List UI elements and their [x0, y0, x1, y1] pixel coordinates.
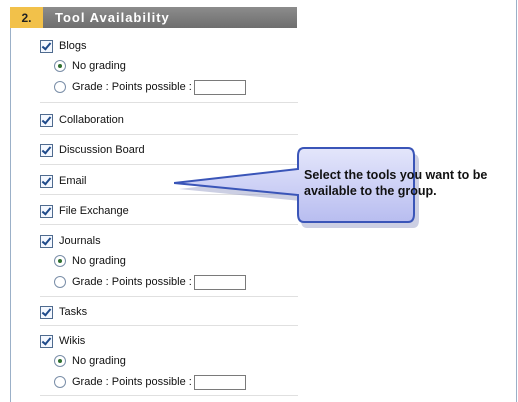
grade-radio[interactable]: [54, 276, 66, 288]
grade-option[interactable]: Grade : Points possible :: [40, 79, 298, 95]
tool-label: Journals: [59, 235, 101, 247]
grade-radio[interactable]: [54, 81, 66, 93]
no-grading-option[interactable]: No grading: [40, 353, 298, 369]
tool-label: Tasks: [59, 306, 88, 318]
no-grading-option[interactable]: No grading: [40, 58, 298, 74]
frame-border-left: [10, 28, 11, 402]
tool-label: Email: [59, 175, 87, 187]
tool-group-blogs: Blogs No grading Grade : Points possible…: [40, 38, 298, 103]
frame-border-right: [516, 0, 517, 402]
file-exchange-checkbox[interactable]: [40, 204, 53, 218]
tool-label: Blogs: [59, 40, 87, 52]
no-grading-label: No grading: [72, 255, 126, 267]
tool-row-tasks[interactable]: Tasks: [40, 304, 298, 320]
tool-row-collaboration[interactable]: Collaboration: [40, 112, 298, 128]
tool-group-discussion-board: Discussion Board: [40, 142, 298, 165]
tool-group-journals: Journals No grading Grade : Points possi…: [40, 233, 298, 297]
grade-label: Grade : Points possible :: [72, 81, 192, 93]
journals-checkbox[interactable]: [40, 234, 53, 248]
grade-option[interactable]: Grade : Points possible :: [40, 274, 298, 290]
blogs-checkbox[interactable]: [40, 39, 53, 53]
section-title: Tool Availability: [43, 7, 297, 28]
no-grading-radio[interactable]: [54, 60, 66, 72]
tool-label: File Exchange: [59, 205, 129, 217]
wikis-checkbox[interactable]: [40, 334, 53, 348]
tool-group-collaboration: Collaboration: [40, 112, 298, 135]
grade-option[interactable]: Grade : Points possible :: [40, 374, 298, 390]
tool-group-email: Email: [40, 173, 298, 195]
discussion-board-checkbox[interactable]: [40, 143, 53, 157]
tool-label: Wikis: [59, 335, 86, 347]
callout-text: Select the tools you want to be availabl…: [304, 168, 488, 198]
grade-label: Grade : Points possible :: [72, 376, 192, 388]
step-number: 2.: [10, 7, 43, 28]
tool-row-discussion-board[interactable]: Discussion Board: [40, 142, 298, 158]
no-grading-label: No grading: [72, 60, 126, 72]
tool-group-file-exchange: File Exchange: [40, 203, 298, 225]
no-grading-radio[interactable]: [54, 255, 66, 267]
tool-row-file-exchange[interactable]: File Exchange: [40, 203, 298, 219]
points-possible-input[interactable]: [193, 274, 246, 290]
email-checkbox[interactable]: [40, 174, 53, 188]
tool-row-wikis[interactable]: Wikis: [40, 333, 298, 349]
no-grading-label: No grading: [72, 355, 126, 367]
tool-row-blogs[interactable]: Blogs: [40, 38, 298, 54]
points-possible-input[interactable]: [193, 374, 246, 390]
tasks-checkbox[interactable]: [40, 305, 53, 319]
tool-row-journals[interactable]: Journals: [40, 233, 298, 249]
no-grading-radio[interactable]: [54, 355, 66, 367]
tool-label: Collaboration: [59, 114, 124, 126]
no-grading-option[interactable]: No grading: [40, 253, 298, 269]
tool-group-tasks: Tasks: [40, 304, 298, 326]
collaboration-checkbox[interactable]: [40, 113, 53, 127]
grade-label: Grade : Points possible :: [72, 276, 192, 288]
tool-label: Discussion Board: [59, 144, 145, 156]
tool-group-wikis: Wikis No grading Grade : Points possible…: [40, 333, 298, 396]
grade-radio[interactable]: [54, 376, 66, 388]
tool-row-email[interactable]: Email: [40, 173, 298, 189]
points-possible-input[interactable]: [193, 79, 246, 95]
